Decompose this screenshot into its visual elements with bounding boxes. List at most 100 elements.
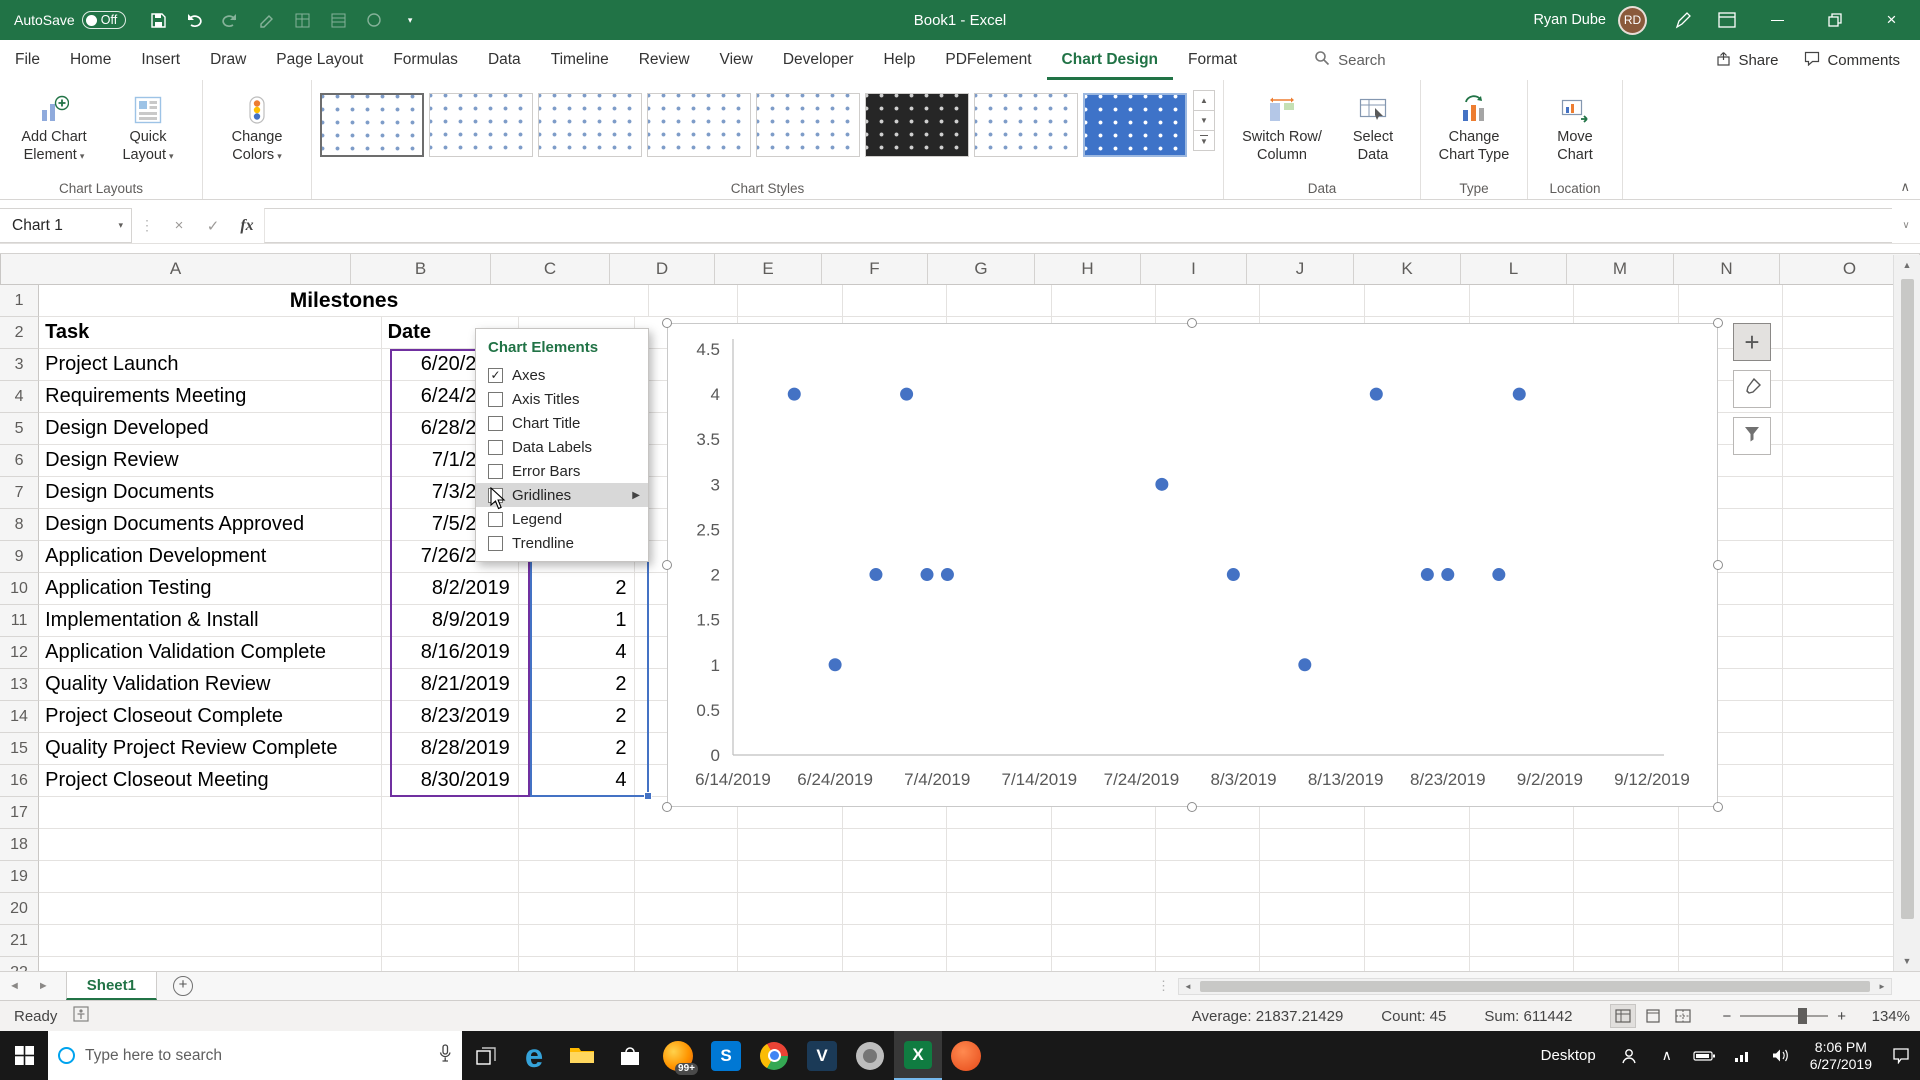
cell-c17[interactable] (518, 797, 636, 829)
cell-a4[interactable]: Requirements Meeting (39, 381, 382, 413)
collapse-ribbon-icon[interactable]: ∧ (1900, 179, 1910, 195)
cell-k22[interactable] (1365, 957, 1470, 971)
cell-a6[interactable]: Design Review (39, 445, 382, 477)
cell-j21[interactable] (1260, 925, 1366, 957)
row-header-9[interactable]: 9 (0, 541, 40, 573)
cell-h20[interactable] (1052, 893, 1157, 925)
vertical-scrollbar[interactable]: ▲ ▼ (1893, 255, 1920, 971)
chrome-icon[interactable] (750, 1031, 798, 1080)
avatar[interactable]: RD (1618, 5, 1647, 35)
ribbon-tab-timeline[interactable]: Timeline (536, 40, 624, 80)
cell-a19[interactable] (39, 861, 382, 893)
cell-c12[interactable]: 4 (518, 637, 636, 669)
cell-b21[interactable] (381, 925, 519, 957)
cell-i21[interactable] (1156, 925, 1261, 957)
column-header-k[interactable]: K (1354, 254, 1461, 284)
cell-h21[interactable] (1052, 925, 1157, 957)
row-header-6[interactable]: 6 (0, 445, 40, 477)
cell-n1[interactable] (1678, 285, 1783, 317)
cell-c10[interactable]: 2 (518, 573, 636, 605)
row-header-10[interactable]: 10 (0, 573, 40, 605)
table-tool-button[interactable] (284, 4, 320, 36)
menu-item-error-bars[interactable]: Error Bars (476, 459, 648, 483)
chart-handle-w[interactable] (662, 560, 672, 570)
normal-view-button[interactable] (1610, 1004, 1637, 1028)
cell-m22[interactable] (1574, 957, 1679, 971)
row-header-3[interactable]: 3 (0, 349, 40, 381)
qat-customize-chevron-icon[interactable]: ▾ (392, 4, 428, 36)
cell-l21[interactable] (1469, 925, 1574, 957)
row-header-18[interactable]: 18 (0, 829, 40, 861)
row-header-22[interactable]: 22 (0, 957, 40, 971)
ribbon-tab-format[interactable]: Format (1173, 40, 1252, 80)
cell-l18[interactable] (1469, 829, 1574, 861)
chart-style-thumbnail-4[interactable] (647, 93, 751, 157)
cell-k19[interactable] (1365, 861, 1470, 893)
row-header-11[interactable]: 11 (0, 605, 40, 637)
battery-icon[interactable] (1686, 1031, 1724, 1080)
close-button[interactable]: × (1863, 0, 1920, 40)
chart-style-thumbnail-2[interactable] (429, 93, 533, 157)
cell-b10[interactable]: 8/2/2019 (381, 573, 519, 605)
change-chart-type-button[interactable]: Change Chart Type (1429, 91, 1519, 164)
confirm-entry-button[interactable]: ✓ (196, 208, 230, 243)
cell-d19[interactable] (635, 861, 739, 893)
cell-j1[interactable] (1260, 285, 1366, 317)
scroll-down-icon[interactable]: ▼ (1894, 951, 1920, 971)
cell-b13[interactable]: 8/21/2019 (381, 669, 519, 701)
checkbox-unchecked-icon[interactable] (488, 463, 503, 479)
cell-a7[interactable]: Design Documents (39, 477, 382, 509)
row-header-15[interactable]: 15 (0, 733, 40, 765)
cell-a11[interactable]: Implementation & Install (39, 605, 382, 637)
column-header-a[interactable]: A (1, 254, 351, 284)
cell-a1-merged[interactable]: Milestones (40, 285, 649, 317)
chart-handle-s[interactable] (1187, 802, 1197, 812)
cell-g22[interactable] (947, 957, 1053, 971)
cell-a12[interactable]: Application Validation Complete (39, 637, 382, 669)
row-header-21[interactable]: 21 (0, 925, 40, 957)
ribbon-tab-draw[interactable]: Draw (195, 40, 261, 80)
ribbon-tab-review[interactable]: Review (624, 40, 705, 80)
ribbon-tab-formulas[interactable]: Formulas (378, 40, 473, 80)
name-box[interactable]: Chart 1 ▾ (0, 208, 132, 243)
start-button[interactable] (0, 1031, 48, 1080)
cell-b16[interactable]: 8/30/2019 (381, 765, 519, 797)
cell-a5[interactable]: Design Developed (39, 413, 382, 445)
cell-b14[interactable]: 8/23/2019 (381, 701, 519, 733)
ribbon-tab-developer[interactable]: Developer (768, 40, 869, 80)
chart-handle-sw[interactable] (662, 802, 672, 812)
cell-m19[interactable] (1573, 861, 1679, 893)
chart-styles-button[interactable] (1733, 370, 1771, 408)
cell-a9[interactable]: Application Development (39, 541, 382, 573)
chart-style-thumbnail-1[interactable] (320, 93, 424, 157)
cell-f19[interactable] (843, 861, 948, 893)
cell-h22[interactable] (1052, 957, 1157, 971)
restore-button[interactable] (1806, 0, 1863, 40)
ribbon-tab-view[interactable]: View (705, 40, 768, 80)
switch-row-column-button[interactable]: Switch Row/ Column (1232, 91, 1332, 164)
cell-c16[interactable]: 4 (518, 765, 636, 797)
cell-l19[interactable] (1469, 861, 1574, 893)
cell-c22[interactable] (519, 957, 636, 971)
file-explorer-icon[interactable] (558, 1031, 606, 1080)
column-header-l[interactable]: L (1461, 254, 1567, 284)
cell-d1[interactable] (635, 285, 739, 317)
cell-k18[interactable] (1365, 829, 1470, 861)
chart-handle-ne[interactable] (1713, 318, 1723, 328)
expand-formula-bar-icon[interactable]: ∨ (1892, 208, 1920, 243)
cell-d20[interactable] (635, 893, 739, 925)
speaker-icon[interactable] (1762, 1031, 1800, 1080)
record-button[interactable] (356, 4, 392, 36)
cell-d18[interactable] (635, 829, 739, 861)
autosave-toggle[interactable]: AutoSave Off (14, 11, 127, 29)
zoom-slider-thumb[interactable] (1798, 1008, 1808, 1024)
cell-h19[interactable] (1052, 861, 1157, 893)
store-icon[interactable] (606, 1031, 654, 1080)
chart-handle-nw[interactable] (662, 318, 672, 328)
checkbox-unchecked-icon[interactable] (488, 487, 503, 503)
column-header-m[interactable]: M (1567, 254, 1674, 284)
chart-style-thumbnail-3[interactable] (538, 93, 642, 157)
ribbon-tab-page-layout[interactable]: Page Layout (261, 40, 378, 80)
row-header-19[interactable]: 19 (0, 861, 40, 893)
cell-i18[interactable] (1156, 829, 1261, 861)
